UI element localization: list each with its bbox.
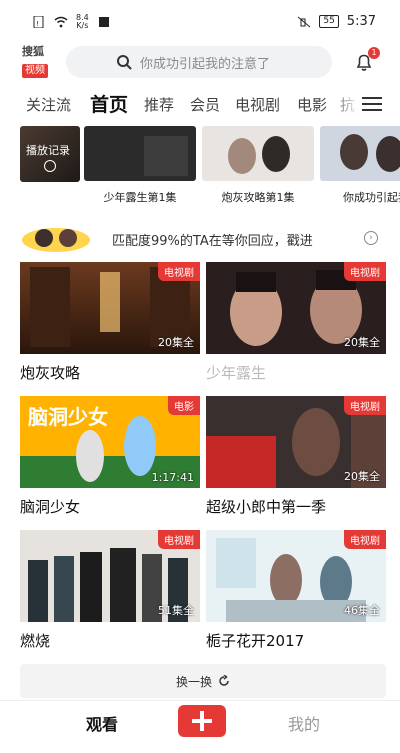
status-bar: ! 8.4 K/s 55 5:37 [0, 0, 400, 38]
history-thumbnail-art [320, 126, 400, 181]
duration: 1:17:41 [151, 471, 194, 484]
app-screen: ! 8.4 K/s 55 5:37 搜狐 视频 你成功引起我的注意了 1 关注流 [0, 0, 400, 753]
video-card[interactable]: 电视剧 51集全 燃烧 [20, 530, 200, 651]
nav-watch[interactable]: 观看 [86, 711, 118, 735]
history-thumbnail-art [202, 126, 314, 181]
video-title: 少年露生 [206, 364, 267, 382]
tab-vip[interactable]: 会员 [190, 94, 220, 115]
video-card[interactable]: 电视剧 20集全 超级小郎中第一季 [206, 396, 386, 517]
logo-line2: 视频 [22, 64, 48, 78]
banner-avatars [22, 228, 90, 252]
clock: 5:37 [346, 14, 376, 29]
history-entry[interactable]: 播放记录 [20, 126, 80, 182]
wifi-icon [54, 16, 68, 28]
tab-follow[interactable]: 关注流 [26, 94, 71, 115]
video-card[interactable]: 脑洞少女 电影 1:17:41 脑洞少女 [20, 396, 200, 517]
history-item[interactable]: 少年露生第1集 [84, 126, 196, 205]
video-title: 炮灰攻略 [20, 364, 81, 382]
category-badge: 电视剧 [158, 262, 200, 281]
video-card[interactable]: 电视剧 20集全 少年露生 [206, 262, 386, 383]
history-thumbnail [320, 126, 400, 181]
svg-text:!: ! [36, 20, 39, 28]
category-badge: 电影 [168, 396, 200, 415]
header: 搜狐 视频 你成功引起我的注意了 1 [0, 38, 400, 86]
history-item[interactable]: 炮灰攻略第1集 [202, 126, 314, 205]
chevron-right-icon: › [364, 231, 378, 245]
history-thumbnail [202, 126, 314, 181]
tab-recommend[interactable]: 推荐 [144, 94, 174, 115]
sim-icon: ! [33, 16, 44, 28]
video-title: 燃烧 [20, 632, 51, 650]
episode-count: 20集全 [344, 336, 380, 349]
category-tabs: 关注流 首页 推荐 会员 电视剧 电影 抗 [0, 88, 400, 118]
video-card[interactable]: 电视剧 46集全 栀子花开2017 [206, 530, 386, 651]
video-thumbnail: 电视剧 46集全 [206, 530, 386, 622]
network-speed-unit: K/s [76, 21, 89, 30]
status-left: ! 8.4 K/s [32, 14, 111, 30]
mute-icon [298, 16, 311, 27]
video-title: 栀子花开2017 [206, 632, 305, 650]
clock-icon [44, 160, 56, 172]
banner-text: 匹配度99%的TA在等你回应，戳进 [112, 234, 313, 249]
history-item[interactable]: 你成功引起我 [320, 126, 400, 205]
episode-count: 20集全 [158, 336, 194, 349]
video-title: 脑洞少女 [20, 498, 81, 516]
logo-line1: 搜狐 [22, 45, 44, 58]
history-thumbnail [84, 126, 196, 181]
video-thumbnail: 电视剧 20集全 [206, 396, 386, 488]
history-item-label: 你成功引起我 [343, 191, 400, 204]
video-title: 超级小郎中第一季 [206, 498, 327, 516]
refresh-label: 换一换 [175, 674, 212, 689]
refresh-button[interactable]: 换一换 [20, 664, 386, 698]
battery-indicator: 55 [319, 15, 339, 28]
notification-badge: 1 [368, 47, 380, 59]
video-thumbnail: 电视剧 20集全 [206, 262, 386, 354]
history-item-label: 少年露生第1集 [103, 191, 177, 204]
menu-icon[interactable] [362, 97, 382, 111]
refresh-icon [219, 675, 229, 686]
add-button[interactable] [178, 705, 226, 737]
history-thumbnail-art [84, 126, 196, 181]
episode-count: 20集全 [344, 470, 380, 483]
tab-tv-series[interactable]: 电视剧 [235, 94, 280, 115]
search-icon [117, 55, 132, 70]
video-thumbnail: 脑洞少女 电影 1:17:41 [20, 396, 200, 488]
category-badge: 电视剧 [344, 396, 386, 415]
status-right: 55 5:37 [297, 14, 376, 29]
search-placeholder: 你成功引起我的注意了 [140, 56, 271, 72]
history-item-label: 炮灰攻略第1集 [221, 191, 295, 204]
category-badge: 电视剧 [344, 530, 386, 549]
search-bar[interactable]: 你成功引起我的注意了 [66, 46, 332, 78]
square-notification-icon [98, 17, 109, 27]
history-entry-label: 播放记录 [26, 144, 70, 157]
episode-count: 46集全 [344, 604, 380, 617]
tabs-fade [330, 88, 360, 118]
nav-mine[interactable]: 我的 [288, 711, 320, 735]
category-badge: 电视剧 [158, 530, 200, 549]
svg-text:脑洞少女: 脑洞少女 [28, 405, 108, 429]
watch-history: 播放记录 少年露生第1集 炮灰攻略第1集 你成功引起我 [0, 126, 400, 212]
match-banner[interactable]: 匹配度99%的TA在等你回应，戳进 › [20, 222, 384, 254]
episode-count: 51集全 [158, 604, 194, 617]
bottom-nav: 观看 我的 [0, 700, 400, 753]
network-speed: 8.4 K/s [76, 14, 89, 30]
video-card[interactable]: 电视剧 20集全 炮灰攻略 [20, 262, 200, 383]
video-thumbnail: 电视剧 20集全 [20, 262, 200, 354]
tab-home[interactable]: 首页 [90, 90, 128, 117]
video-thumbnail: 电视剧 51集全 [20, 530, 200, 622]
app-logo[interactable]: 搜狐 视频 [22, 45, 58, 78]
tab-movies[interactable]: 电影 [297, 94, 327, 115]
category-badge: 电视剧 [344, 262, 386, 281]
plus-icon-v [200, 711, 204, 731]
